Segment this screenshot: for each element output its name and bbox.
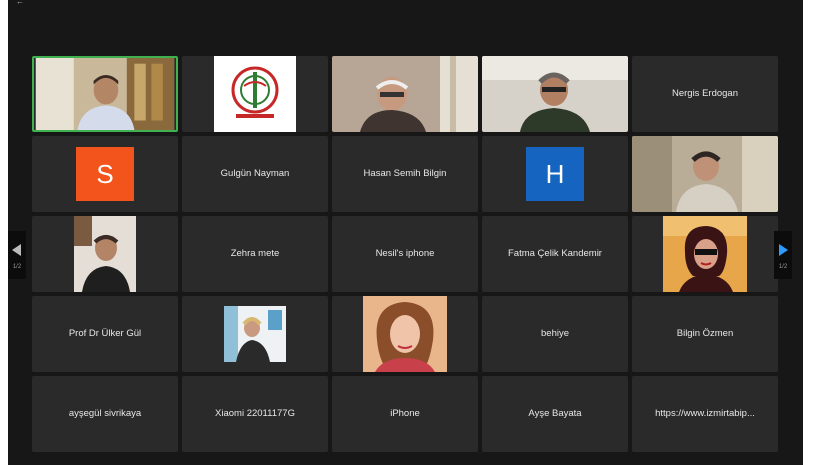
next-page-button[interactable]: 1/2 (774, 231, 792, 279)
participant-video (363, 296, 447, 372)
participant-tile-avatar[interactable]: S (32, 136, 178, 212)
participant-tile-video[interactable] (182, 296, 328, 372)
chevron-left-icon (12, 244, 21, 256)
participant-name: https://www.izmirtabip... (655, 408, 755, 419)
title-bar: ← (8, 0, 803, 8)
back-arrow-icon[interactable]: ← (16, 0, 24, 7)
participant-tile-avatar[interactable]: H (482, 136, 628, 212)
participant-video (74, 216, 136, 292)
participant-name: Fatma Çelik Kandemir (508, 248, 602, 259)
page-indicator-left: 1/2 (12, 264, 22, 270)
participant-tile-name[interactable]: Hasan Semih Bilgin (332, 136, 478, 212)
participant-tile-active-speaker[interactable] (32, 56, 178, 132)
participant-name: ayşegül sivrikaya (68, 408, 142, 419)
participant-video (332, 56, 478, 132)
participant-tile-video[interactable] (32, 216, 178, 292)
participant-name: Nergis Erdogan (671, 88, 738, 99)
organization-logo (214, 56, 296, 132)
participant-name: behiye (541, 328, 569, 339)
chevron-right-icon (779, 244, 788, 256)
participant-name: iPhone (390, 408, 420, 419)
participant-tile-video[interactable] (332, 56, 478, 132)
participant-tile-name[interactable]: Xiaomi 22011177G (182, 376, 328, 452)
participant-tile-logo[interactable] (182, 56, 328, 132)
participant-video (632, 136, 778, 212)
participant-tile-video[interactable] (632, 136, 778, 212)
participant-avatar: H (526, 147, 584, 201)
participant-tile-name[interactable]: Bilgin Özmen (632, 296, 778, 372)
participant-tile-video[interactable] (482, 56, 628, 132)
participant-name: Prof Dr Ülker Gül (68, 328, 142, 339)
participant-tile-name[interactable]: Zehra mete (182, 216, 328, 292)
meeting-window: ← Nergis Erdogan S Gulgün Nayman Hasan S… (8, 0, 803, 465)
participant-name: Zehra mete (230, 248, 280, 259)
participant-tile-video[interactable] (632, 216, 778, 292)
participant-name: Bilgin Özmen (676, 328, 734, 339)
participant-video (482, 56, 628, 132)
participant-name: Hasan Semih Bilgin (363, 168, 447, 179)
participant-tile-video[interactable] (332, 296, 478, 372)
participant-tile-name[interactable]: Ayşe Bayata (482, 376, 628, 452)
participant-tile-name[interactable]: https://www.izmirtabip... (632, 376, 778, 452)
participant-tile-name[interactable]: Nergis Erdogan (632, 56, 778, 132)
participant-tile-name[interactable]: Prof Dr Ülker Gül (32, 296, 178, 372)
participant-gallery: Nergis Erdogan S Gulgün Nayman Hasan Sem… (32, 56, 778, 452)
participant-video (663, 216, 747, 292)
participant-tile-name[interactable]: Gulgün Nayman (182, 136, 328, 212)
participant-name: Xiaomi 22011177G (215, 408, 295, 419)
participant-tile-name[interactable]: Fatma Çelik Kandemir (482, 216, 628, 292)
page-indicator-right: 1/2 (778, 264, 788, 270)
previous-page-button[interactable]: 1/2 (8, 231, 26, 279)
participant-tile-name[interactable]: iPhone (332, 376, 478, 452)
participant-name: Gulgün Nayman (220, 168, 290, 179)
participant-video (35, 58, 175, 130)
participant-tile-name[interactable]: Nesil's iphone (332, 216, 478, 292)
participant-avatar: S (76, 147, 134, 201)
participant-tile-name[interactable]: ayşegül sivrikaya (32, 376, 178, 452)
participant-video (224, 306, 286, 362)
participant-name: Ayşe Bayata (528, 408, 582, 419)
participant-name: Nesil's iphone (375, 248, 435, 259)
participant-tile-name[interactable]: behiye (482, 296, 628, 372)
